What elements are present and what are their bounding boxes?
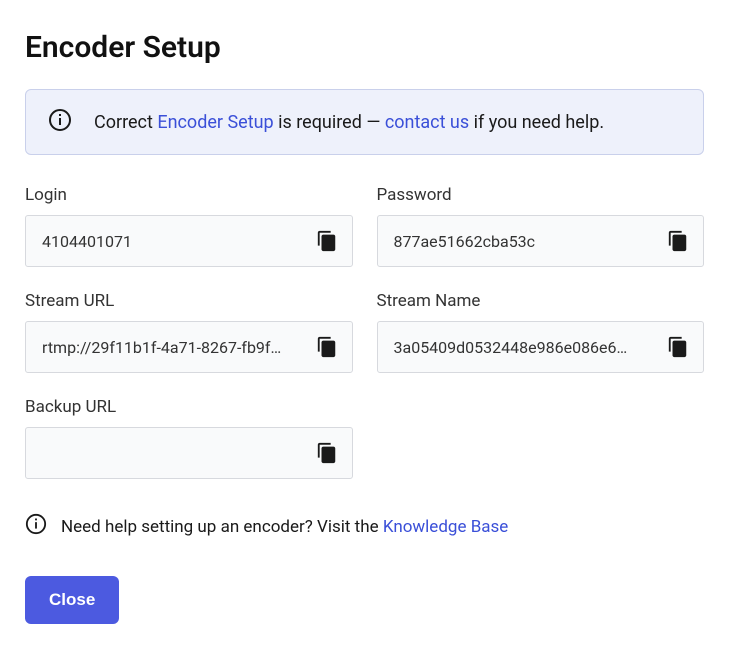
stream-name-label: Stream Name [377, 291, 705, 311]
encoder-setup-link[interactable]: Encoder Setup [157, 112, 273, 133]
stream-url-label: Stream URL [25, 291, 353, 311]
copy-icon[interactable] [663, 332, 693, 362]
alert-suffix: if you need help. [469, 112, 604, 133]
backup-url-label: Backup URL [25, 397, 353, 417]
help-text: Need help setting up an encoder? Visit t… [61, 517, 383, 537]
knowledge-base-link[interactable]: Knowledge Base [383, 517, 508, 537]
login-input[interactable]: 4104401071 [25, 215, 353, 267]
info-icon [48, 108, 72, 136]
page-title: Encoder Setup [25, 30, 704, 65]
stream-name-value: 3a05409d0532448e986e086e6… [394, 338, 664, 357]
password-value: 877ae51662cba53c [394, 232, 664, 251]
backup-url-field: Backup URL [25, 397, 353, 479]
login-value: 4104401071 [42, 232, 312, 251]
stream-url-field: Stream URL rtmp://29f11b1f-4a71-8267-fb9… [25, 291, 353, 373]
stream-url-input[interactable]: rtmp://29f11b1f-4a71-8267-fb9f… [25, 321, 353, 373]
alert-banner: Correct Encoder Setup is required — cont… [25, 89, 704, 155]
copy-icon[interactable] [312, 226, 342, 256]
backup-url-input[interactable] [25, 427, 353, 479]
contact-us-link[interactable]: contact us [385, 112, 469, 133]
login-label: Login [25, 185, 353, 205]
alert-text: Correct Encoder Setup is required — cont… [94, 112, 604, 133]
password-label: Password [377, 185, 705, 205]
help-text-wrap: Need help setting up an encoder? Visit t… [61, 517, 508, 537]
close-button[interactable]: Close [25, 576, 119, 624]
password-field: Password 877ae51662cba53c [377, 185, 705, 267]
alert-prefix: Correct [94, 112, 157, 133]
info-icon [25, 513, 47, 540]
copy-icon[interactable] [312, 438, 342, 468]
help-row: Need help setting up an encoder? Visit t… [25, 513, 704, 540]
alert-mid: is required — [274, 112, 385, 133]
stream-url-value: rtmp://29f11b1f-4a71-8267-fb9f… [42, 338, 312, 357]
stream-name-field: Stream Name 3a05409d0532448e986e086e6… [377, 291, 705, 373]
stream-name-input[interactable]: 3a05409d0532448e986e086e6… [377, 321, 705, 373]
copy-icon[interactable] [312, 332, 342, 362]
password-input[interactable]: 877ae51662cba53c [377, 215, 705, 267]
login-field: Login 4104401071 [25, 185, 353, 267]
copy-icon[interactable] [663, 226, 693, 256]
